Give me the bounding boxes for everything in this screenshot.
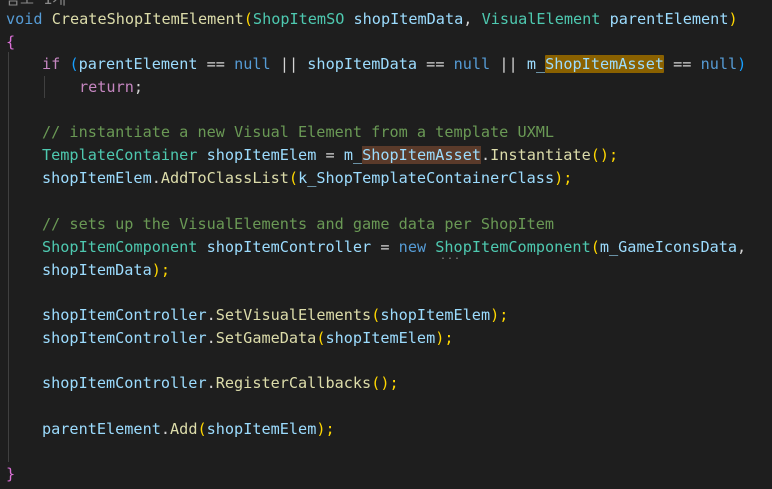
highlighted-identifier: ShopItemAsset bbox=[545, 55, 664, 73]
operator: == bbox=[673, 55, 692, 73]
keyword-null: null bbox=[700, 55, 738, 73]
code-line-open-brace[interactable]: { bbox=[6, 31, 15, 53]
code-line-instantiate[interactable]: TemplateContainer shopItemElem = m_ShopI… bbox=[42, 144, 618, 166]
code-line-add-class[interactable]: shopItemElem.AddToClassList(k_ShopTempla… bbox=[42, 167, 572, 189]
paren-open: ( bbox=[316, 329, 326, 347]
param-type: VisualElement bbox=[481, 10, 601, 28]
code-line-set-game-data[interactable]: shopItemController.SetGameData(shopItemE… bbox=[42, 327, 454, 349]
identifier-prefix: m_ bbox=[343, 146, 363, 164]
identifier: shopItemController bbox=[42, 374, 207, 392]
keyword-null: null bbox=[453, 55, 491, 73]
method-name: SetVisualElements bbox=[215, 306, 372, 324]
keyword-new: new bbox=[398, 238, 427, 256]
paren-close: ) bbox=[737, 55, 747, 73]
param-type: ShopItemSO bbox=[252, 10, 345, 28]
operator: || bbox=[499, 55, 518, 73]
type-name: ShopItemComponent bbox=[42, 238, 198, 256]
operator: = bbox=[380, 238, 390, 256]
code-line-set-visual[interactable]: shopItemController.SetVisualElements(sho… bbox=[42, 304, 508, 326]
paren-close: ); bbox=[316, 420, 335, 438]
dot: . bbox=[480, 146, 491, 164]
paren-close: ); bbox=[554, 169, 573, 187]
code-line-return[interactable]: return; bbox=[79, 76, 143, 98]
paren-close: ); bbox=[151, 261, 171, 279]
paren-close: ) bbox=[728, 10, 738, 28]
paren-open: ( bbox=[288, 169, 299, 187]
keyword-null: null bbox=[234, 55, 271, 73]
code-line-if[interactable]: if (parentElement == null || shopItemDat… bbox=[42, 53, 746, 75]
code-line-continuation[interactable]: shopItemData); bbox=[42, 259, 170, 281]
dot: . bbox=[206, 329, 216, 347]
identifier: shopItemController bbox=[42, 306, 207, 324]
identifier: shopItemElem bbox=[42, 169, 152, 187]
method-name: Add bbox=[170, 420, 198, 438]
keyword-void: void bbox=[6, 10, 43, 28]
param-name: parentElement bbox=[609, 10, 729, 28]
operator: == bbox=[426, 55, 445, 73]
highlighted-identifier: ShopItemAsset bbox=[362, 146, 481, 164]
comma: , bbox=[463, 10, 473, 28]
code-line-signature[interactable]: void CreateShopItemElement(ShopItemSO sh… bbox=[6, 8, 738, 30]
keyword-if: if bbox=[42, 55, 61, 73]
identifier: m_GameIconsData bbox=[599, 238, 738, 256]
method-name: RegisterCallbacks bbox=[215, 374, 372, 392]
indent-guide bbox=[44, 76, 45, 98]
identifier: shopItemElem bbox=[380, 306, 491, 324]
identifier-prefix: m_ bbox=[526, 55, 546, 73]
comment: // sets up the VisualElements and game d… bbox=[42, 215, 555, 233]
paren-open: ( bbox=[197, 420, 207, 438]
type-name: TemplateContainer bbox=[42, 146, 198, 164]
suggestion-dots[interactable]: ... bbox=[440, 252, 461, 262]
brace-open: { bbox=[6, 33, 16, 51]
paren-open: ( bbox=[371, 306, 381, 324]
dot: . bbox=[151, 169, 161, 187]
method-name: Instantiate bbox=[490, 146, 591, 164]
dot: . bbox=[206, 306, 216, 324]
paren-open: ( bbox=[243, 10, 253, 28]
param-name: shopItemData bbox=[353, 10, 464, 28]
paren-open: ( bbox=[69, 55, 79, 73]
code-line-close-brace[interactable]: } bbox=[6, 463, 15, 485]
indent-guide bbox=[8, 52, 9, 462]
dot: . bbox=[206, 374, 216, 392]
comment: // instantiate a new Visual Element from… bbox=[42, 123, 555, 141]
code-line-new-component[interactable]: ShopItemComponent shopItemController = n… bbox=[42, 236, 746, 258]
paren-open: ( bbox=[590, 238, 600, 256]
identifier: parentElement bbox=[42, 420, 161, 438]
comma: , bbox=[737, 238, 747, 256]
code-line-register-callbacks[interactable]: shopItemController.RegisterCallbacks(); bbox=[42, 372, 399, 394]
paren-close: ); bbox=[435, 329, 454, 347]
paren-close: ); bbox=[490, 306, 509, 324]
identifier: shopItemElem bbox=[325, 329, 436, 347]
identifier: k_ShopTemplateContainerClass bbox=[298, 169, 555, 187]
identifier: shopItemController bbox=[206, 238, 372, 256]
operator: == bbox=[206, 55, 225, 73]
identifier: shopItemData bbox=[307, 55, 418, 73]
identifier: shopItemData bbox=[42, 261, 152, 279]
code-line-comment[interactable]: // sets up the VisualElements and game d… bbox=[42, 213, 554, 235]
identifier: shopItemElem bbox=[206, 420, 317, 438]
identifier: shopItemElem bbox=[206, 146, 317, 164]
code-editor[interactable]: 참조 1개 void CreateShopItemElement(ShopIte… bbox=[0, 0, 772, 489]
code-line-add-child[interactable]: parentElement.Add(shopItemElem); bbox=[42, 418, 335, 440]
identifier: parentElement bbox=[78, 55, 198, 73]
operator: = bbox=[325, 146, 335, 164]
brace-close: } bbox=[6, 465, 16, 483]
dot: . bbox=[160, 420, 171, 438]
operator: || bbox=[279, 55, 299, 73]
identifier: shopItemController bbox=[42, 329, 207, 347]
semicolon: ; bbox=[133, 78, 144, 96]
code-line-comment[interactable]: // instantiate a new Visual Element from… bbox=[42, 121, 554, 143]
method-name: AddToClassList bbox=[160, 169, 289, 187]
call-parens: (); bbox=[371, 374, 399, 392]
keyword-return: return bbox=[79, 78, 134, 96]
call-parens: (); bbox=[590, 146, 619, 164]
method-name: SetGameData bbox=[215, 329, 317, 347]
function-name: CreateShopItemElement bbox=[51, 10, 244, 28]
